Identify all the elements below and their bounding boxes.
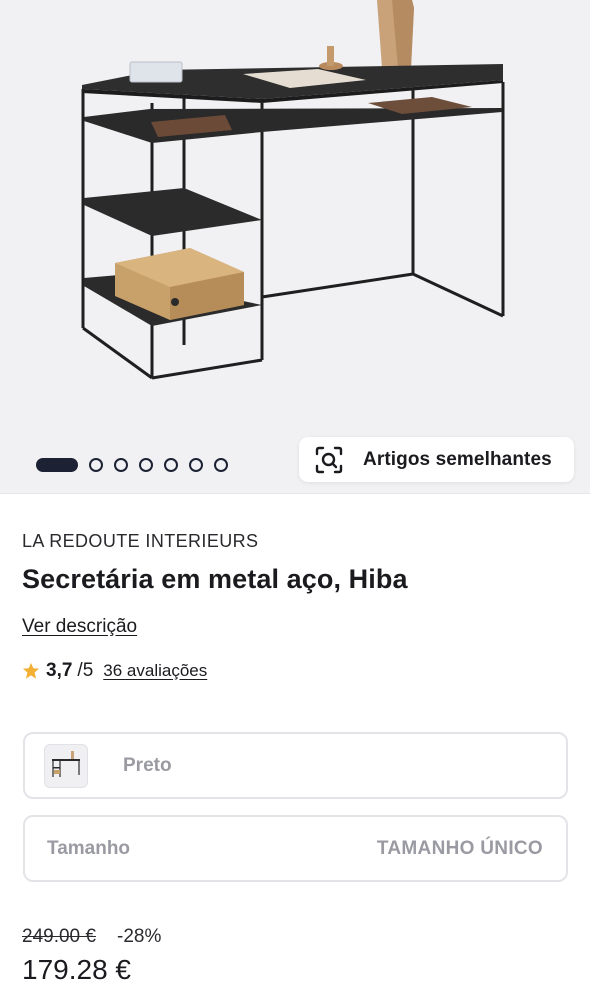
carousel-dot[interactable] (164, 458, 178, 472)
reviews-link[interactable]: 36 avaliações (103, 661, 207, 681)
size-label: Tamanho (47, 837, 131, 859)
brand-name[interactable]: LA REDOUTE INTERIEURS (22, 531, 258, 552)
view-description-link[interactable]: Ver descrição (22, 616, 137, 638)
size-selector[interactable]: Tamanho TAMANHO ÚNICO (23, 815, 568, 882)
visual-search-icon (313, 444, 345, 476)
product-image (81, 0, 505, 380)
star-icon (22, 662, 40, 679)
selected-color-value: Preto (123, 754, 172, 776)
desk-thumbnail-icon (52, 750, 80, 777)
rating-summary: 3,7 /5 36 avaliações (22, 659, 207, 683)
similar-items-button[interactable]: Artigos semelhantes (299, 437, 574, 482)
rating-score: 3,7 (46, 660, 73, 681)
carousel-dot[interactable] (214, 458, 228, 472)
carousel-dot[interactable] (189, 458, 203, 472)
carousel-pagination (36, 457, 228, 473)
selected-size-value: TAMANHO ÚNICO (376, 837, 543, 859)
product-image-gallery[interactable]: Artigos semelhantes (0, 0, 590, 494)
discount-badge: -28% (117, 926, 162, 947)
carousel-dot[interactable] (114, 458, 128, 472)
carousel-dot-active[interactable] (36, 458, 78, 472)
original-price: 249.00 € (22, 926, 96, 947)
rating-max: /5 (77, 660, 94, 681)
color-selector[interactable]: Preto (23, 732, 568, 799)
color-swatch-thumbnail (44, 743, 88, 788)
product-title: Secretária em metal aço, Hiba (22, 564, 408, 594)
current-price: 179.28 € (22, 954, 131, 985)
carousel-dot[interactable] (139, 458, 153, 472)
carousel-dot[interactable] (89, 458, 103, 472)
similar-items-label: Artigos semelhantes (363, 448, 552, 470)
